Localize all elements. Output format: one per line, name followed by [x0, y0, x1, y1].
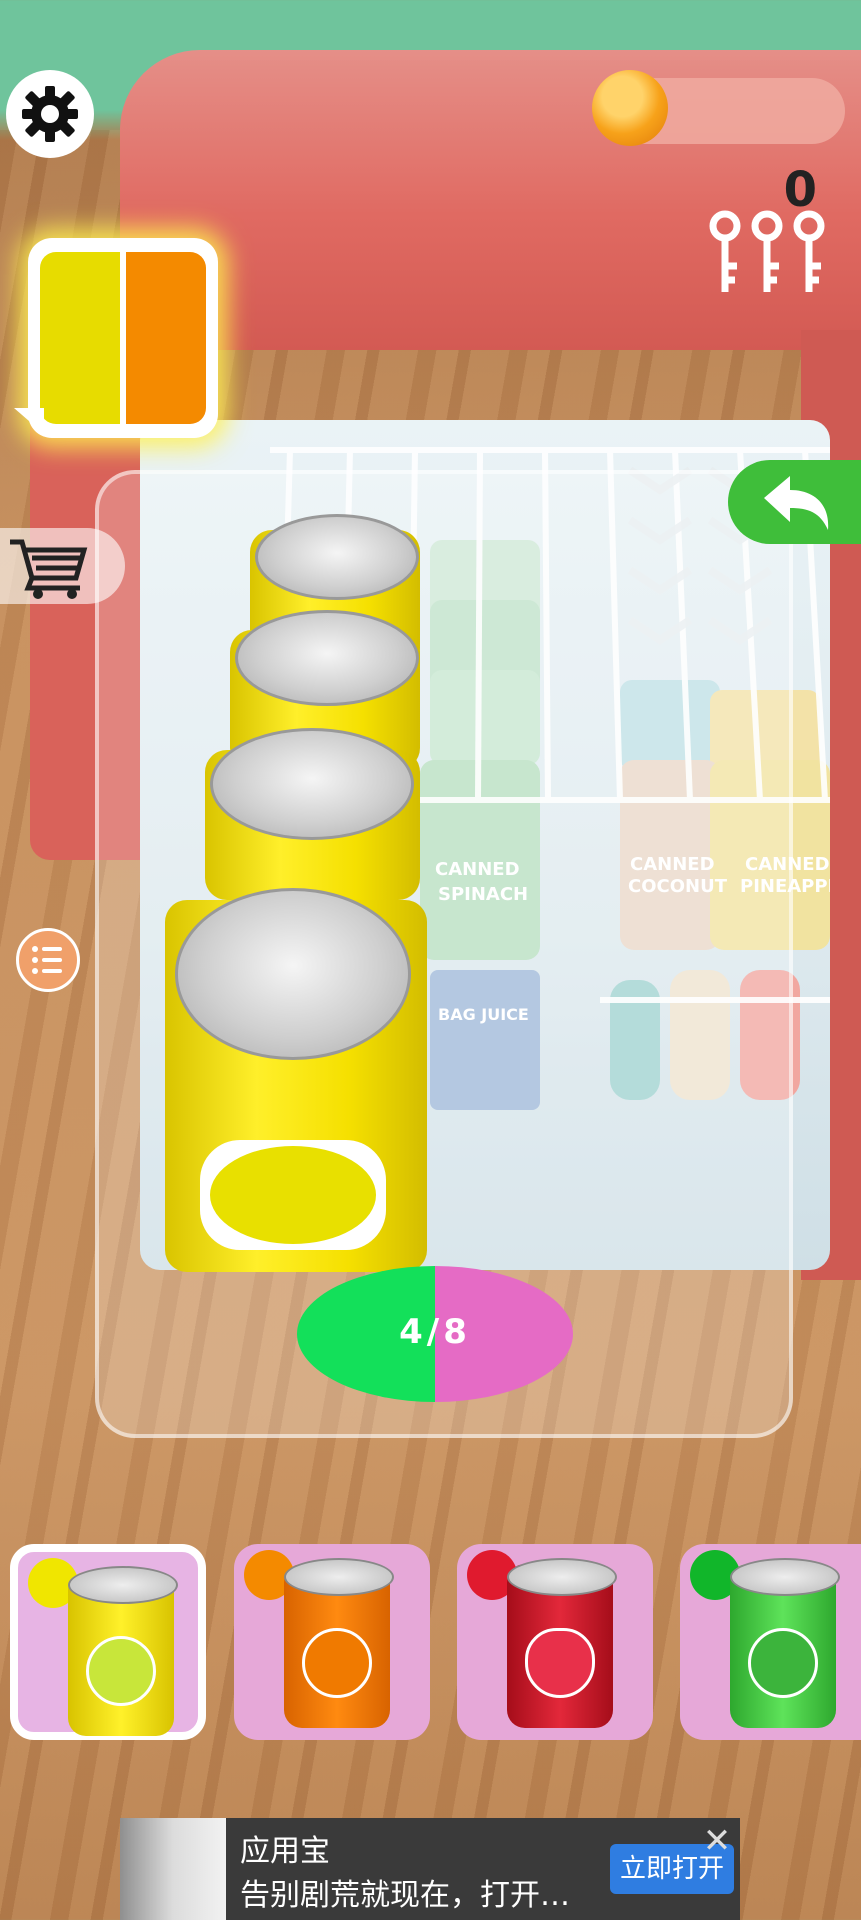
ad-thumbnail [120, 1818, 226, 1920]
progress-text: 4/8 [399, 1312, 471, 1352]
shop-button[interactable] [0, 528, 125, 604]
lime-face-icon [748, 1628, 818, 1698]
ad-banner[interactable]: 应用宝 告别剧荒就现在，打开… 立即打开 ✕ [120, 1818, 740, 1920]
can-lid [210, 728, 414, 840]
settings-button[interactable] [6, 70, 94, 158]
list-icon [32, 946, 62, 974]
can-lid [175, 888, 411, 1060]
lemon-face-icon [86, 1636, 156, 1706]
gear-icon [22, 86, 78, 142]
can-lid [235, 610, 419, 706]
close-icon[interactable]: ✕ [698, 1822, 736, 1860]
can-face-label [200, 1140, 386, 1250]
can-slot-red[interactable] [457, 1544, 653, 1740]
ad-title: 应用宝 [240, 1834, 330, 1869]
keys-indicator [709, 210, 825, 292]
undo-button[interactable] [728, 460, 861, 544]
cart-icon [10, 539, 88, 599]
level-list-button[interactable] [16, 928, 80, 992]
key-icon [709, 210, 741, 292]
ad-subtitle: 告别剧荒就现在，打开… [240, 1878, 570, 1913]
target-color-yellow [40, 252, 120, 424]
undo-icon [764, 476, 829, 530]
coin-icon [592, 70, 668, 146]
can-lid [255, 514, 419, 600]
orange-face-icon [302, 1628, 372, 1698]
can-slot-green[interactable] [680, 1544, 861, 1740]
can-slot-yellow[interactable] [10, 1544, 206, 1740]
key-icon [751, 210, 783, 292]
strawberry-icon [525, 1628, 595, 1698]
can-slot-orange[interactable] [234, 1544, 430, 1740]
key-icon [793, 210, 825, 292]
progress-indicator: 4/8 [297, 1266, 573, 1402]
target-color-orange [126, 252, 206, 424]
target-color-card [14, 238, 218, 438]
